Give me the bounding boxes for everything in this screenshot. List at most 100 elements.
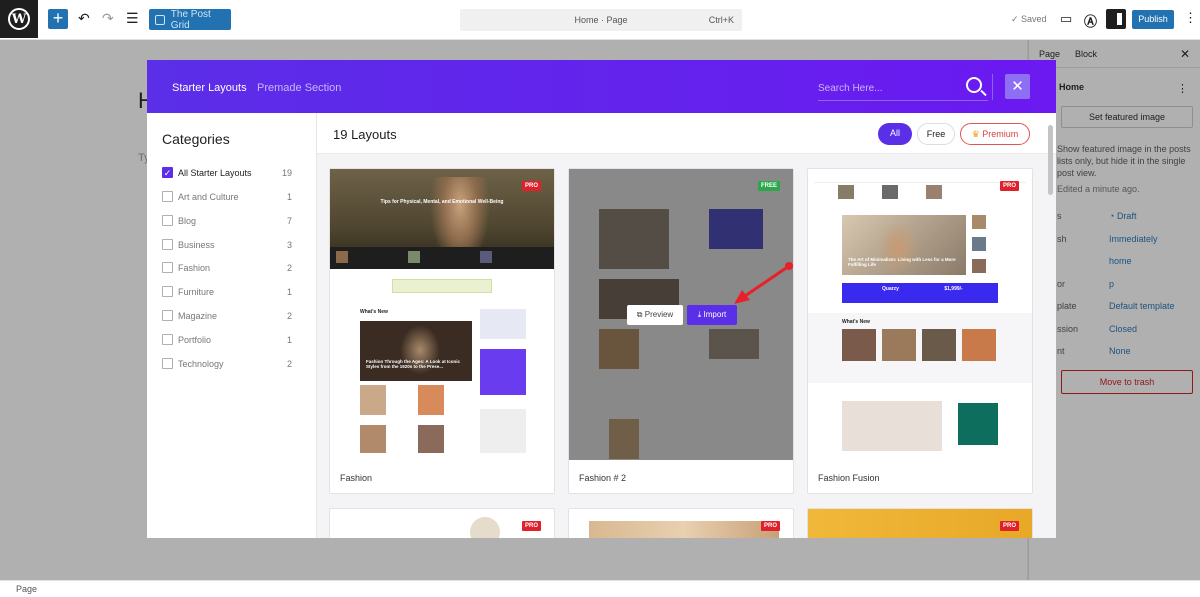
checkbox[interactable] <box>162 262 173 273</box>
undo-icon[interactable]: ↶ <box>78 10 90 27</box>
thumb <box>882 185 898 199</box>
pro-badge: PRO <box>521 181 541 191</box>
layout-name: Fashion Fusion <box>818 473 880 483</box>
crown-icon: ♛ <box>971 129 980 139</box>
layout-thumbnail[interactable]: The Art of Minimalism: Living with Less … <box>808 169 1032 460</box>
thumb <box>972 215 986 229</box>
thumb <box>972 237 986 251</box>
status-bar: Page <box>0 580 1200 597</box>
checkbox[interactable] <box>162 334 173 345</box>
newsletter-widget <box>480 349 526 395</box>
preview-button[interactable]: ⧉ Preview <box>627 305 683 325</box>
settings-sidebar-toggle[interactable] <box>1106 9 1126 29</box>
preview-device-icon[interactable]: ▭ <box>1060 11 1072 27</box>
options-menu-icon[interactable]: ⋮ <box>1184 10 1197 26</box>
category-magazine[interactable]: Magazine 2 <box>162 309 292 323</box>
astra-icon[interactable]: Ⓐ <box>1084 11 1097 30</box>
thumb <box>842 329 876 361</box>
pro-badge: PRO <box>521 521 541 531</box>
thumb <box>922 329 956 361</box>
thumb <box>408 251 420 263</box>
thumb <box>926 185 942 199</box>
thumb <box>480 251 492 263</box>
redo-icon[interactable]: ↷ <box>102 10 114 27</box>
hero-headline: Tips for Physical, Mental, and Emotional… <box>380 199 504 205</box>
filter-premium-button[interactable]: ♛ Premium <box>960 123 1030 145</box>
thumb <box>360 425 386 453</box>
thumb <box>962 329 996 361</box>
thumb <box>418 425 444 453</box>
thumb <box>470 517 500 538</box>
layout-card-fashion[interactable]: Tips for Physical, Mental, and Emotional… <box>329 168 555 494</box>
section-title: What's New <box>842 319 870 325</box>
publish-button[interactable]: Publish <box>1132 10 1174 29</box>
layout-card[interactable]: PRO <box>329 508 555 538</box>
follow-widget <box>480 309 526 339</box>
category-technology[interactable]: Technology 2 <box>162 357 292 371</box>
thumb <box>838 185 854 199</box>
layouts-scrollbar[interactable] <box>1048 125 1053 533</box>
categories-title: Categories <box>162 131 230 147</box>
checkbox-checked-icon[interactable]: ✓ <box>162 167 173 178</box>
import-button[interactable]: ⤓ Import <box>687 305 737 325</box>
pro-badge: PRO <box>999 521 1019 531</box>
document-overview-icon[interactable]: ☰ <box>126 10 139 27</box>
thumb <box>360 385 386 415</box>
search-input[interactable] <box>818 77 948 99</box>
feature-headline: Fashion Through the Ages: A Look at Icon… <box>366 359 461 369</box>
tags-widget <box>480 409 526 453</box>
social-widget <box>958 403 998 445</box>
search-box <box>818 75 988 101</box>
checkbox[interactable] <box>162 358 173 369</box>
post-grid-icon <box>155 14 165 25</box>
breadcrumb[interactable]: Page <box>16 584 37 594</box>
checkbox[interactable] <box>162 310 173 321</box>
checkbox[interactable] <box>162 286 173 297</box>
category-business[interactable]: Business 3 <box>162 238 292 252</box>
layout-name: Fashion # 2 <box>579 473 627 483</box>
editor-toolbar: W + ↶ ↷ ☰ The Post Grid Home · Page Ctrl… <box>0 0 1200 40</box>
layout-card[interactable]: PRO <box>807 508 1033 538</box>
category-portfolio[interactable]: Portfolio 1 <box>162 333 292 347</box>
command-palette[interactable]: Home · Page Ctrl+K <box>460 9 742 31</box>
tab-premade-section[interactable]: Premade Section <box>257 82 341 94</box>
layout-card[interactable]: PRO <box>568 508 794 538</box>
layout-count: 19 Layouts <box>333 127 397 142</box>
layout-card-fashion-fusion[interactable]: The Art of Minimalism: Living with Less … <box>807 168 1033 494</box>
checkbox[interactable] <box>162 239 173 250</box>
checkbox[interactable] <box>162 191 173 202</box>
annotation-arrow-icon <box>734 262 793 304</box>
category-blog[interactable]: Blog 7 <box>162 214 292 228</box>
category-all-starter-layouts[interactable]: ✓ All Starter Layouts 19 <box>162 166 292 180</box>
layout-thumbnail[interactable]: ⧉ Preview ⤓ Import FREE <box>569 169 793 460</box>
header-divider <box>992 74 993 100</box>
category-furniture[interactable]: Furniture 1 <box>162 285 292 299</box>
post-grid-button[interactable]: The Post Grid <box>149 9 231 31</box>
close-modal-button[interactable]: ✕ <box>1005 74 1030 99</box>
pro-badge: PRO <box>760 521 780 531</box>
pro-badge: PRO <box>999 181 1019 191</box>
category-fashion[interactable]: Fashion 2 <box>162 261 292 275</box>
feature-photo <box>842 401 942 451</box>
download-icon: ⤓ <box>697 310 702 319</box>
section-title: What's New <box>360 309 388 315</box>
free-badge: FREE <box>757 181 780 191</box>
scrollbar-thumb[interactable] <box>1048 125 1053 195</box>
tab-starter-layouts[interactable]: Starter Layouts <box>172 82 247 94</box>
layout-thumbnail[interactable]: Tips for Physical, Mental, and Emotional… <box>330 169 554 460</box>
category-art-and-culture[interactable]: Art and Culture 1 <box>162 190 292 204</box>
add-block-button[interactable]: + <box>48 9 68 29</box>
filter-free-button[interactable]: Free <box>917 123 955 145</box>
thumb <box>589 521 779 538</box>
filter-all-button[interactable]: All <box>878 123 912 145</box>
external-link-icon: ⧉ <box>636 310 643 319</box>
ad-banner <box>392 279 492 293</box>
search-icon[interactable] <box>966 77 982 93</box>
hero-strip <box>330 247 554 269</box>
wordpress-logo-icon[interactable]: W <box>0 0 38 38</box>
layout-card-fashion-2[interactable]: ⧉ Preview ⤓ Import FREE Fashion # 2 <box>568 168 794 494</box>
thumb <box>808 509 1032 538</box>
thumb <box>336 251 348 263</box>
checkbox[interactable] <box>162 215 173 226</box>
promo-banner: Quarzy $1,999/- <box>842 283 998 303</box>
